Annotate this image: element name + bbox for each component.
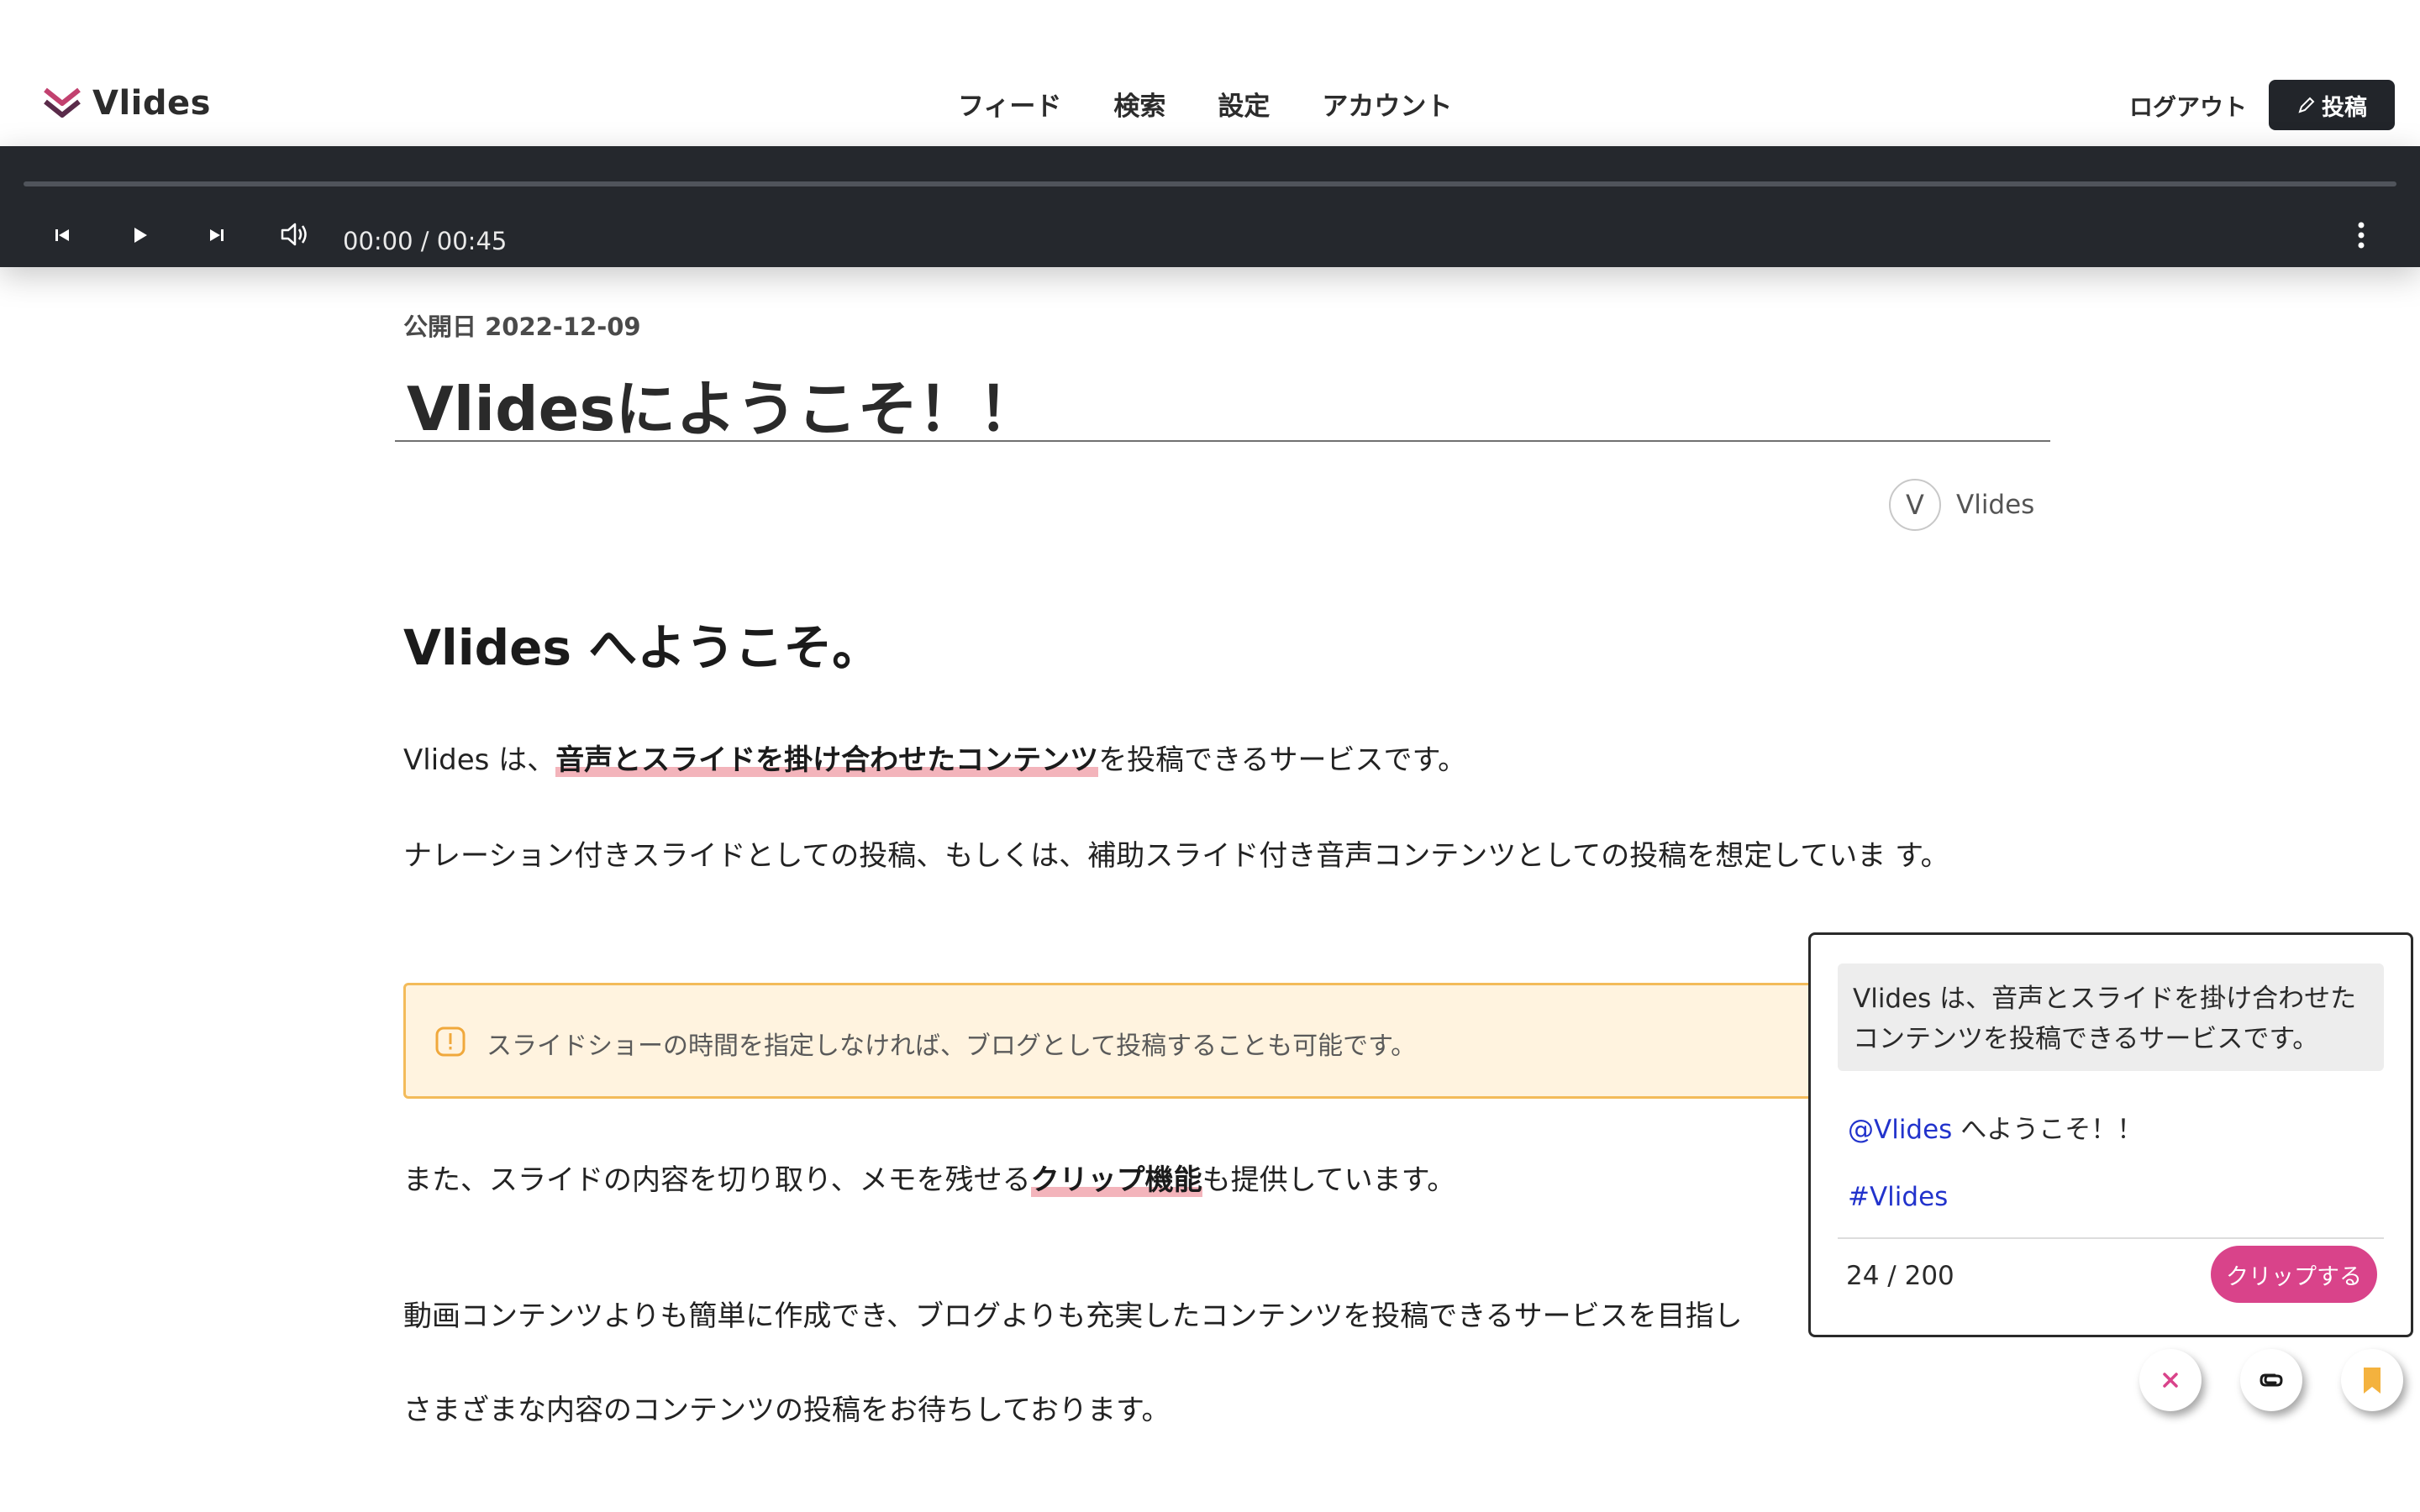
avatar: V [1889, 479, 1941, 531]
clip-memo[interactable]: @Vlides へようこそ！！ [1848, 1108, 2143, 1146]
intro-text-end: を投稿できるサービスです。 [1098, 743, 1467, 777]
previous-icon[interactable] [49, 222, 76, 249]
paragraph-goal: 動画コンテンツよりも簡単に作成でき、ブログよりも充実したコンテンツを投稿できるサ… [403, 1299, 1743, 1333]
clip-panel: Vlides は、音声とスライドを掛け合わせたコンテンツを投稿できるサービスです… [1808, 932, 2413, 1337]
memo-text: へようこそ！！ [1952, 1115, 2144, 1145]
nav-search[interactable]: 検索 [1113, 85, 1165, 123]
intro-text: Vlides は、 [403, 743, 556, 777]
nav-account[interactable]: アカウント [1322, 85, 1452, 123]
publish-date: 公開日 2022-12-09 [403, 312, 641, 341]
clip-feature-text-end: も提供しています。 [1202, 1163, 1456, 1197]
paragraph-narration: ナレーション付きスライドとしての投稿、もしくは、補助スライド付き音声コンテンツと… [403, 839, 1949, 873]
paperclip-icon [2260, 1373, 2283, 1387]
clip-button[interactable]: クリップする [2211, 1246, 2377, 1303]
title-divider [395, 440, 2050, 442]
clip-quote: Vlides は、音声とスライドを掛け合わせたコンテンツを投稿できるサービスです… [1838, 963, 2384, 1071]
clip-mode-button[interactable] [2240, 1349, 2302, 1411]
nav-feed[interactable]: フィード [958, 85, 1061, 123]
logo-chevrons-icon [44, 87, 81, 118]
close-icon [2163, 1373, 2178, 1388]
top-header: Vlides フィード 検索 設定 アカウント ログアウト 投稿 [0, 0, 2420, 146]
audio-player: 00:00 / 00:45 [0, 146, 2420, 267]
character-count: 24 / 200 [1846, 1261, 1954, 1291]
close-clip-button[interactable] [2139, 1349, 2202, 1411]
hashtag-link[interactable]: #Vlides [1848, 1182, 1948, 1212]
main-nav: フィード 検索 設定 アカウント [958, 85, 1452, 123]
post-button[interactable]: 投稿 [2269, 80, 2395, 130]
warning-icon [435, 1026, 466, 1057]
mention-link[interactable]: @Vlides [1848, 1115, 1952, 1145]
clip-feature-text: また、スライドの内容を切り取り、メモを残せる [403, 1163, 1031, 1197]
next-icon[interactable] [203, 222, 230, 249]
bookmark-button[interactable] [2341, 1349, 2403, 1411]
volume-icon[interactable] [277, 217, 313, 252]
alert-text: スライドショーの時間を指定しなければ、ブログとして投稿することも可能です。 [487, 1032, 1417, 1061]
post-button-label: 投稿 [2322, 94, 2367, 121]
paragraph-closing: さまざまな内容のコンテンツの投稿をお待ちしております。 [403, 1394, 1171, 1427]
play-icon[interactable] [126, 222, 153, 249]
playback-time: 00:00 / 00:45 [343, 227, 508, 255]
highlight-clip-feature[interactable]: クリップ機能 [1030, 1163, 1202, 1197]
logout-link[interactable]: ログアウト [2129, 89, 2247, 123]
nav-settings[interactable]: 設定 [1218, 85, 1270, 123]
author-name: Vlides [1956, 490, 2035, 520]
clip-divider [1838, 1237, 2384, 1239]
paragraph-clip-feature: また、スライドの内容を切り取り、メモを残せるクリップ機能も提供しています。 [403, 1158, 1983, 1203]
info-alert: スライドショーの時間を指定しなければ、ブログとして投稿することも可能です。 [403, 983, 2000, 1099]
pencil-icon [2298, 97, 2315, 113]
section-heading: Vlides へようこそ。 [403, 619, 881, 676]
article-title: Vlidesにようこそ！！ [407, 374, 1039, 444]
author-info[interactable]: V Vlides [1889, 479, 2034, 531]
progress-bar[interactable] [24, 181, 2396, 186]
brand-logo[interactable]: Vlides [42, 84, 211, 123]
bookmark-icon [2364, 1368, 2381, 1394]
more-options-icon[interactable] [2344, 217, 2378, 254]
paragraph-intro: Vlides は、音声とスライドを掛け合わせたコンテンツを投稿できるサービスです… [403, 738, 1983, 783]
brand-name: Vlides [92, 84, 211, 123]
highlight-clip[interactable]: 音声とスライドを掛け合わせたコンテンツ [555, 743, 1099, 777]
